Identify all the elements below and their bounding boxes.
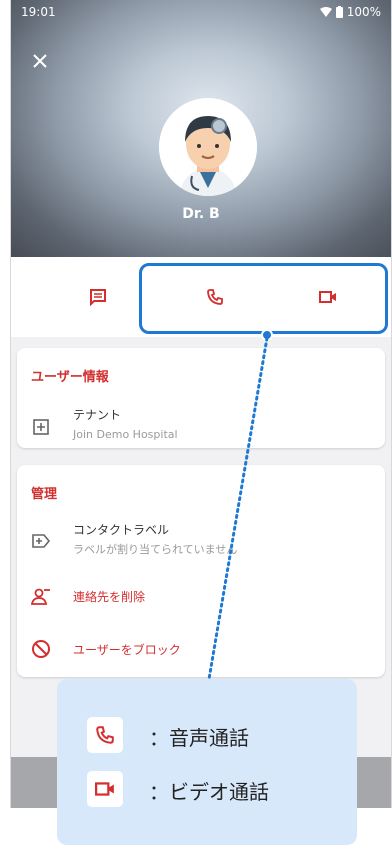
phone-icon — [96, 726, 114, 744]
legend-callout: ：音声通話 ：ビデオ通話 — [57, 679, 357, 845]
legend-phone-box — [87, 717, 123, 753]
legend-video-call: ：ビデオ通話 — [87, 771, 347, 809]
legend-video-box — [87, 771, 123, 807]
video-icon — [95, 782, 114, 796]
legend-voice-call: ：音声通話 — [87, 717, 347, 755]
legend-video-call-text: ：ビデオ通話 — [149, 780, 269, 804]
legend-voice-call-text: ：音声通話 — [149, 726, 249, 750]
